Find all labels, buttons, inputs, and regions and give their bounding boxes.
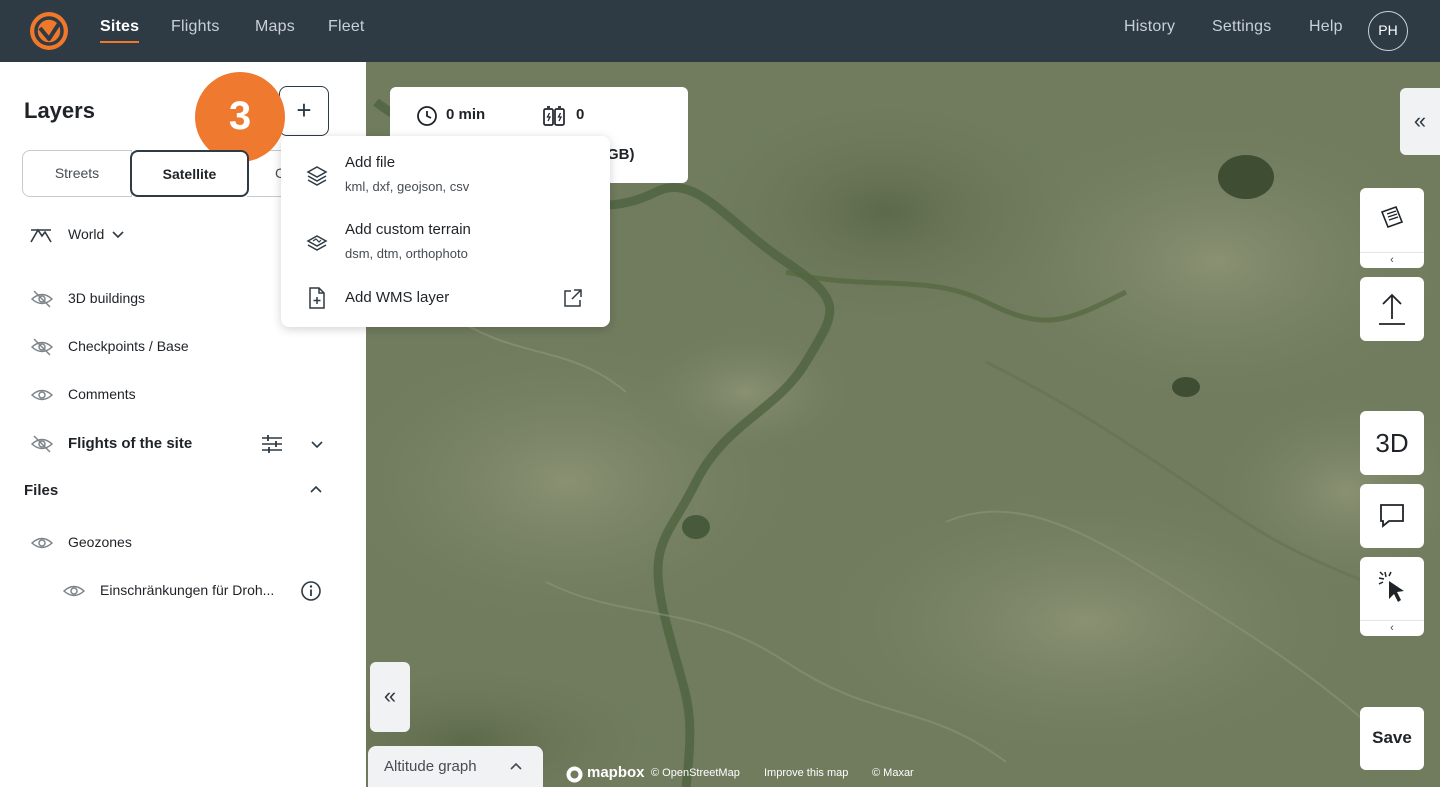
menu-add-file[interactable]: Add file kml, dxf, geojson, csv <box>281 146 610 206</box>
attribution-improve-map[interactable]: Improve this map <box>764 767 848 779</box>
menu-add-wms-layer-title: Add WMS layer <box>345 289 450 306</box>
nav-maps[interactable]: Maps <box>255 18 295 36</box>
battery-icon <box>543 106 565 126</box>
notes-tool-expand[interactable]: ‹ <box>1360 252 1424 268</box>
menu-add-wms-layer[interactable]: Add WMS layer <box>281 280 610 340</box>
collapse-right-panel-button[interactable]: « <box>1400 88 1440 155</box>
menu-add-file-subtitle: kml, dxf, geojson, csv <box>345 179 470 194</box>
chevron-up-icon <box>510 762 522 770</box>
altitude-graph-label: Altitude graph <box>384 758 477 775</box>
file-layers-icon <box>306 166 328 186</box>
nav-fleet[interactable]: Fleet <box>328 18 365 36</box>
eye-icon[interactable] <box>62 579 86 603</box>
eye-off-icon[interactable] <box>30 287 54 311</box>
notes-icon <box>1380 205 1404 229</box>
layer-checkpoints-base: Checkpoints / Base <box>68 338 189 354</box>
layer-3d-buildings: 3D buildings <box>68 290 146 306</box>
terrain-layers-icon <box>306 235 328 251</box>
menu-add-custom-terrain-subtitle: dsm, dtm, orthophoto <box>345 246 468 261</box>
plus-icon: + <box>296 95 312 125</box>
nav-flights[interactable]: Flights <box>171 18 220 36</box>
nav-history[interactable]: History <box>1124 18 1175 36</box>
layer-comments: Comments <box>68 386 136 402</box>
file-restrictions: Einschränkungen für Droh... <box>100 582 275 598</box>
nav-sites[interactable]: Sites <box>100 18 139 36</box>
basemap-satellite-tab[interactable]: Satellite <box>130 150 249 197</box>
layers-title: Layers <box>24 98 95 123</box>
filter-sliders-icon[interactable] <box>260 432 284 456</box>
basemap-streets-tab[interactable]: Streets <box>22 150 132 197</box>
eye-off-icon[interactable] <box>30 432 54 456</box>
terrain-selector[interactable]: World <box>68 226 104 242</box>
data-size: GB) <box>607 146 635 163</box>
comment-button[interactable] <box>1360 484 1424 548</box>
upload-icon <box>1379 293 1405 325</box>
select-tool-expand[interactable]: ‹ <box>1360 620 1424 636</box>
info-icon[interactable] <box>299 579 323 603</box>
nav-settings[interactable]: Settings <box>1212 18 1271 36</box>
clock-icon <box>417 106 437 126</box>
mapbox-wordmark[interactable]: mapbox <box>587 764 645 781</box>
altitude-graph-toggle[interactable]: Altitude graph <box>368 746 543 787</box>
flight-time: 0 min <box>446 106 486 123</box>
collapse-sidebar-button[interactable]: « <box>370 662 410 732</box>
app-logo-icon[interactable] <box>30 12 68 50</box>
3d-view-button[interactable]: 3D <box>1360 411 1424 475</box>
top-navigation-bar: Sites Flights Maps Fleet History Setting… <box>0 0 1440 62</box>
terrain-mountain-icon <box>30 228 52 243</box>
nav-help[interactable]: Help <box>1309 18 1343 36</box>
menu-add-custom-terrain[interactable]: Add custom terrain dsm, dtm, orthophoto <box>281 213 610 273</box>
chevron-down-icon[interactable] <box>108 224 128 244</box>
battery-count: 0 <box>576 106 585 123</box>
file-plus-icon <box>309 287 325 309</box>
upload-button[interactable] <box>1360 277 1424 341</box>
cursor-click-icon <box>1378 571 1404 602</box>
eye-off-icon[interactable] <box>30 335 54 359</box>
user-avatar[interactable]: PH <box>1368 11 1408 51</box>
add-layer-menu: Add file kml, dxf, geojson, csv Add cust… <box>281 136 610 327</box>
external-link-icon <box>564 289 582 307</box>
chevron-up-icon[interactable] <box>306 480 326 500</box>
select-tool-button[interactable]: ‹ <box>1360 557 1424 636</box>
notes-tool-button[interactable]: ‹ <box>1360 188 1424 268</box>
save-button[interactable]: Save <box>1360 707 1424 770</box>
attribution-maxar[interactable]: © Maxar <box>872 767 914 779</box>
nav-active-indicator <box>100 41 139 43</box>
add-layer-button[interactable]: + <box>279 86 329 136</box>
menu-add-custom-terrain-title: Add custom terrain <box>345 221 471 238</box>
mapbox-logo-icon <box>566 766 583 783</box>
layer-flights-of-site: Flights of the site <box>68 435 193 452</box>
file-geozones: Geozones <box>68 534 132 550</box>
comment-icon <box>1380 504 1404 528</box>
attribution-openstreetmap[interactable]: © OpenStreetMap <box>651 767 740 779</box>
eye-icon[interactable] <box>30 383 54 407</box>
step-badge: 3 <box>195 72 285 162</box>
chevron-down-icon[interactable] <box>307 434 327 454</box>
eye-icon[interactable] <box>30 531 54 555</box>
files-section-title: Files <box>24 482 59 499</box>
menu-add-file-title: Add file <box>345 154 396 171</box>
